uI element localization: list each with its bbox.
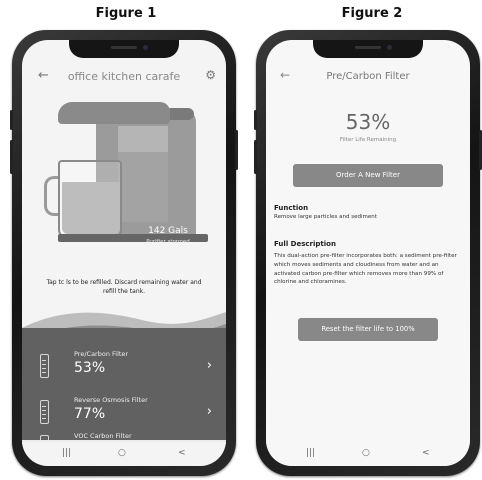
filter-percent: 53% (74, 360, 106, 376)
notch (69, 40, 179, 58)
refill-message: Tap tc ls to be refilled. Discard remain… (22, 278, 226, 296)
back-button[interactable]: < (178, 448, 186, 458)
screen-1: ← office kitchen carafe ⚙ 142 Gals Purif… (22, 40, 226, 466)
full-description-text: This dual-action pre-filter incorporates… (274, 253, 457, 286)
page-title: office kitchen carafe (67, 70, 181, 83)
screen-2: ← Pre/Carbon Filter 53% Filter Life Rema… (266, 40, 470, 466)
reset-filter-life-button[interactable]: Reset the filter life to 100% (298, 318, 438, 341)
back-button[interactable]: < (422, 448, 430, 458)
chevron-right-icon[interactable]: › (207, 358, 212, 373)
refill-message-line-1: Tap tc ls to be refilled. Discard remain… (46, 279, 202, 286)
system-nav-bar: ||| ○ < (266, 442, 470, 466)
filter-life-label: Filter Life Remaining (339, 137, 397, 143)
phone-frame-1: ← office kitchen carafe ⚙ 142 Gals Purif… (10, 30, 238, 476)
order-new-filter-button[interactable]: Order A New Filter (293, 164, 443, 187)
recents-button[interactable]: ||| (62, 448, 71, 458)
gear-icon[interactable]: ⚙ (205, 68, 216, 82)
page-title: Pre/Carbon Filter (326, 71, 410, 82)
purifier-illustration: 142 Gals Purifier stopped (44, 102, 208, 245)
chevron-right-icon[interactable]: › (207, 404, 212, 419)
figure-1-caption: Figure 1 (95, 6, 157, 21)
system-nav-bar: ||| ○ < (22, 442, 226, 466)
filter-name: Reverse Osmosis Filter (74, 396, 148, 404)
function-heading: Function (274, 204, 309, 212)
filter-name: VOC Carbon Filter (74, 432, 132, 440)
home-button[interactable]: ○ (362, 448, 370, 458)
home-button[interactable]: ○ (118, 448, 126, 458)
app-header: ← office kitchen carafe ⚙ (22, 66, 226, 88)
purifier-status: Purifier stopped (146, 239, 190, 245)
filter-icon (40, 354, 49, 378)
filter-row-pre-carbon[interactable]: Pre/Carbon Filter 53% › (22, 346, 226, 390)
phone-frame-2: ← Pre/Carbon Filter 53% Filter Life Rema… (254, 30, 482, 476)
full-description-heading: Full Description (274, 240, 336, 248)
gallons-readout: 142 Gals (148, 226, 188, 236)
function-text: Remove large particles and sediment (274, 214, 377, 220)
figure-2-caption: Figure 2 (341, 6, 403, 21)
recents-button[interactable]: ||| (306, 448, 315, 458)
app-header: ← Pre/Carbon Filter (266, 66, 470, 88)
filter-life-percent: 53% (345, 110, 391, 134)
filter-percent: 77% (74, 406, 106, 422)
notch (313, 40, 423, 58)
filter-icon (40, 400, 49, 424)
refill-message-line-2: refill the tank. (102, 288, 145, 295)
filter-name: Pre/Carbon Filter (74, 350, 129, 358)
